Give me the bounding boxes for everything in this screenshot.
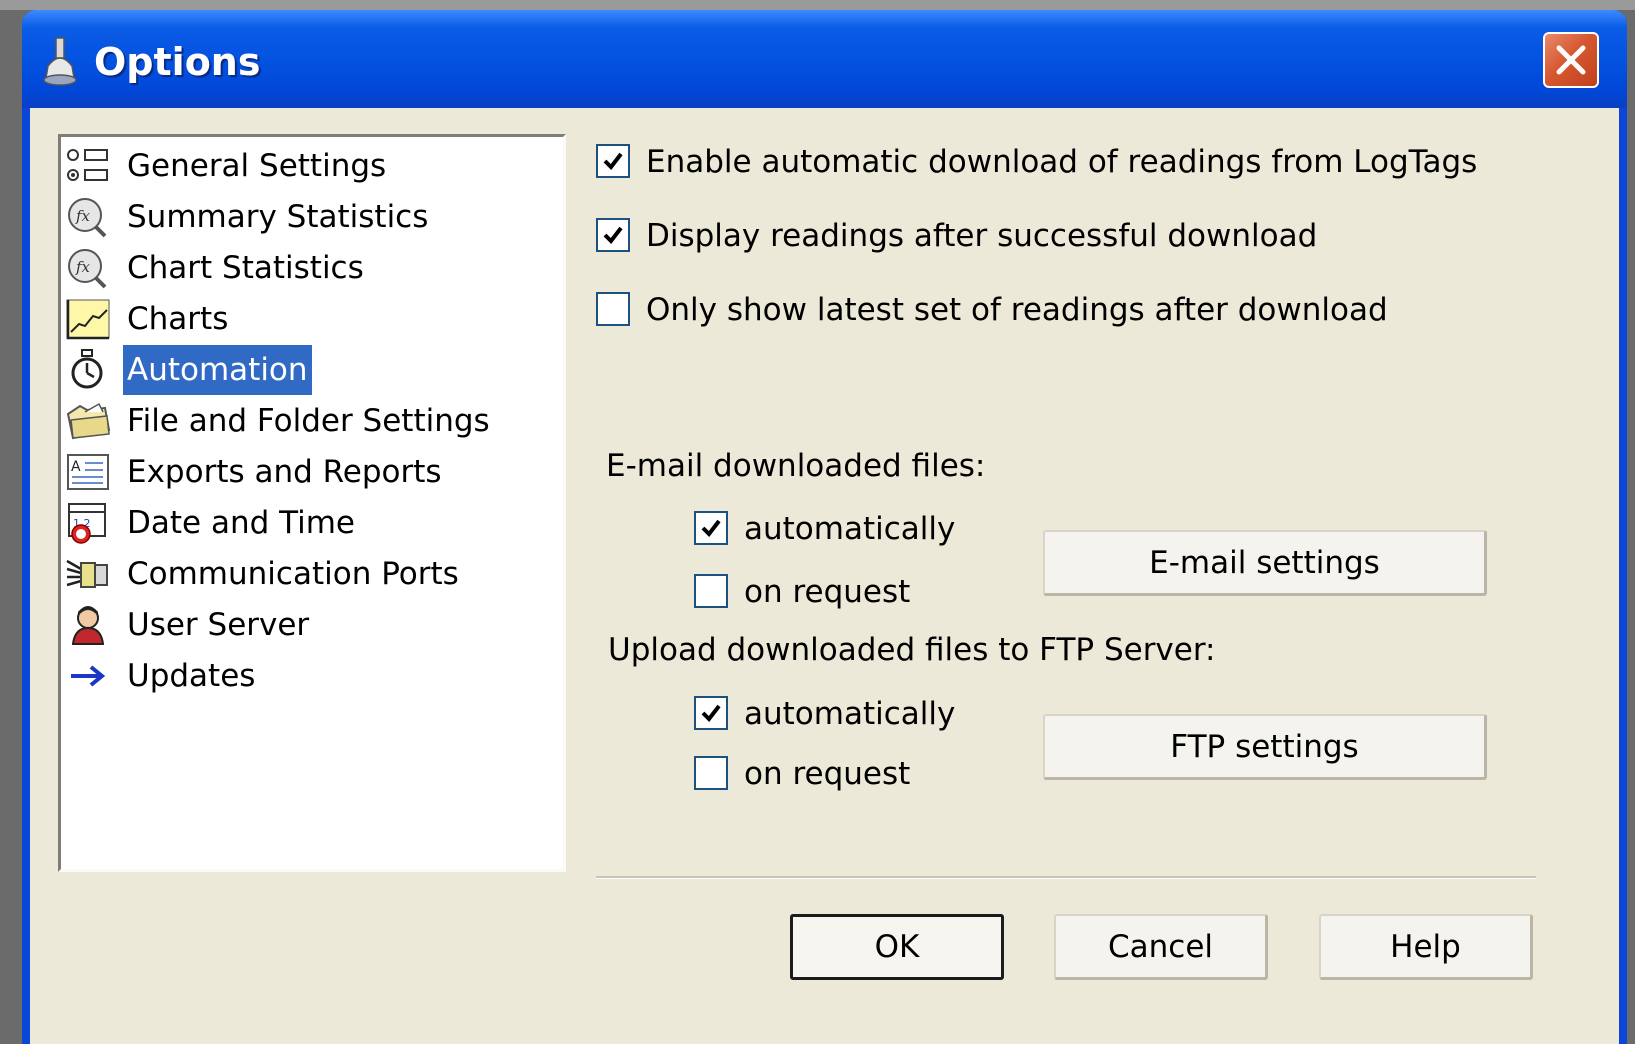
title-bar[interactable]: Options	[22, 10, 1627, 108]
nav-item-automation[interactable]: Automation	[61, 345, 561, 395]
nav-item-summary-statistics[interactable]: fx Summary Statistics	[61, 192, 561, 242]
nav-item-label: Summary Statistics	[127, 199, 429, 235]
nav-item-exports-and-reports[interactable]: A Exports and Reports	[61, 447, 561, 497]
svg-text:A: A	[71, 459, 81, 475]
ftp-on-request-checkbox[interactable]	[694, 756, 728, 790]
checkmark-icon	[701, 519, 721, 538]
general-settings-icon	[67, 149, 108, 181]
app-bell-icon	[43, 37, 77, 86]
ftp-on-request-label: on request	[744, 756, 911, 792]
help-button[interactable]: Help	[1319, 914, 1533, 980]
only-latest-label: Only show latest set of readings after d…	[646, 292, 1388, 328]
stopwatch-icon	[71, 349, 103, 389]
nav-item-label: Exports and Reports	[127, 454, 442, 490]
port-icon	[66, 559, 108, 588]
ftp-group-label: Upload downloaded files to FTP Server:	[608, 632, 1216, 668]
only-latest-checkbox[interactable]	[596, 292, 630, 326]
nav-item-label: Chart Statistics	[127, 250, 364, 286]
folder-icon	[66, 402, 111, 440]
email-settings-button[interactable]: E-mail settings	[1043, 530, 1487, 596]
nav-item-label: Updates	[127, 658, 256, 694]
email-automatically-checkbox[interactable]	[694, 511, 728, 545]
close-button[interactable]	[1543, 32, 1599, 88]
nav-item-chart-statistics[interactable]: fx Chart Statistics	[61, 243, 561, 293]
nav-item-label: Automation	[123, 345, 312, 395]
user-icon	[71, 606, 105, 645]
nav-item-user-server[interactable]: User Server	[61, 600, 561, 650]
email-automatically-label: automatically	[744, 511, 956, 547]
ok-button[interactable]: OK	[790, 914, 1004, 980]
email-on-request-checkbox[interactable]	[694, 574, 728, 608]
report-icon: A	[67, 454, 109, 490]
enable-auto-download-checkbox[interactable]	[596, 144, 630, 178]
nav-item-file-and-folder-settings[interactable]: File and Folder Settings	[61, 396, 561, 446]
options-dialog: Options General Settings fx Summary Stat…	[22, 10, 1627, 1044]
nav-item-updates[interactable]: Updates	[61, 651, 561, 701]
nav-item-label: User Server	[127, 607, 310, 643]
nav-item-label: Date and Time	[127, 505, 355, 541]
options-category-list[interactable]: General Settings fx Summary Statistics f…	[58, 134, 566, 872]
email-group-label: E-mail downloaded files:	[606, 448, 986, 484]
display-after-download-label: Display readings after successful downlo…	[646, 218, 1318, 254]
display-after-download-checkbox[interactable]	[596, 218, 630, 252]
window-title: Options	[94, 40, 261, 84]
dialog-client-area: General Settings fx Summary Statistics f…	[30, 108, 1619, 1044]
nav-item-general-settings[interactable]: General Settings	[61, 141, 561, 191]
nav-item-label: Communication Ports	[127, 556, 459, 592]
ftp-settings-button[interactable]: FTP settings	[1043, 714, 1487, 780]
ftp-automatically-label: automatically	[744, 696, 956, 732]
close-icon	[1556, 45, 1586, 75]
email-on-request-label: on request	[744, 574, 911, 610]
nav-item-label: File and Folder Settings	[127, 403, 490, 439]
checkmark-icon	[603, 226, 623, 245]
checkmark-icon	[603, 152, 623, 171]
desktop-background	[0, 0, 1635, 10]
enable-auto-download-label: Enable automatic download of readings fr…	[646, 144, 1478, 180]
nav-item-label: Charts	[127, 301, 229, 337]
cancel-button[interactable]: Cancel	[1054, 914, 1268, 980]
checkmark-icon	[701, 704, 721, 723]
nav-item-date-and-time[interactable]: 1 2 Date and Time	[61, 498, 561, 548]
fx-statistics-icon: fx	[68, 198, 107, 238]
nav-item-label: General Settings	[127, 148, 387, 184]
separator-line	[596, 876, 1536, 879]
ftp-automatically-checkbox[interactable]	[694, 696, 728, 730]
calendar-clock-icon: 1 2	[68, 503, 106, 544]
svg-text:fx: fx	[75, 258, 91, 276]
nav-item-charts[interactable]: Charts	[61, 294, 561, 344]
svg-text:fx: fx	[75, 207, 91, 225]
nav-item-communication-ports[interactable]: Communication Ports	[61, 549, 561, 599]
fx-statistics-icon: fx	[68, 249, 107, 289]
arrow-right-icon	[71, 665, 106, 687]
chart-icon	[66, 299, 110, 340]
